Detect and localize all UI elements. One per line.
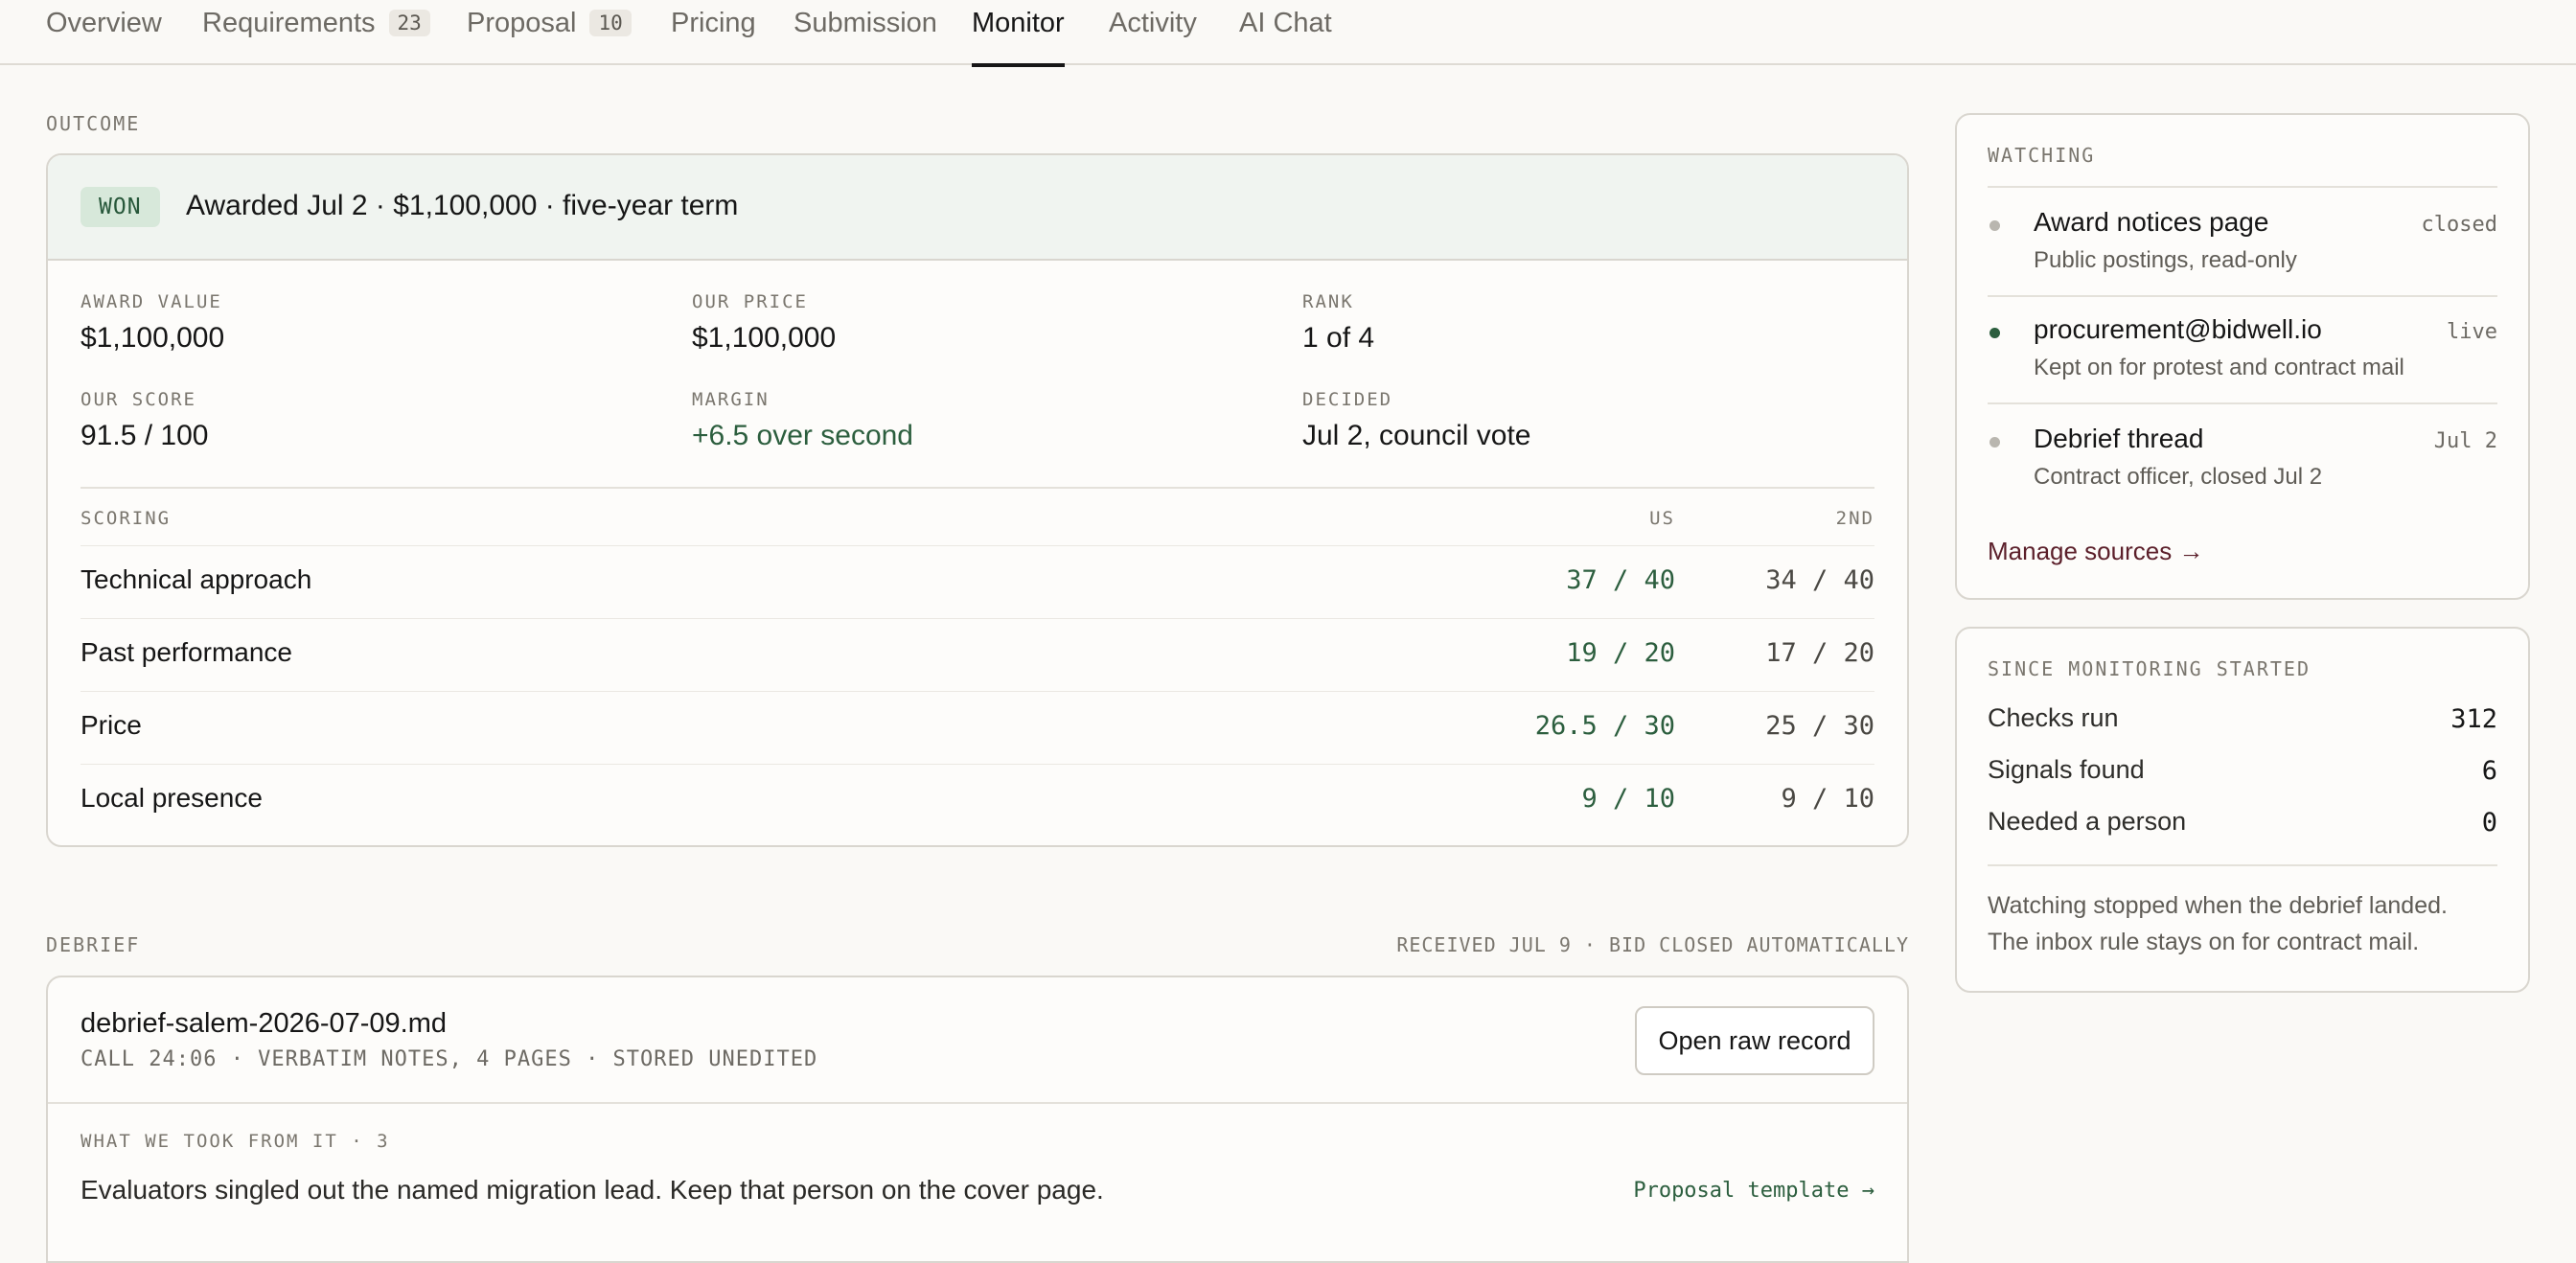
scoring-label: SCORING	[80, 508, 172, 529]
divider	[80, 487, 1874, 489]
debrief-card: debrief-salem-2026-07-09.md CALL 24:06 ·…	[46, 976, 1909, 1263]
row-divider	[80, 545, 1874, 546]
outcome-card: WON Awarded Jul 2 · $1,100,000 · five-ye…	[46, 153, 1909, 847]
scoring-col-second: 2ND	[1835, 508, 1874, 529]
tab-submission[interactable]: Submission	[794, 0, 937, 65]
score-criterion: Technical approach	[80, 564, 312, 594]
tab-label: Submission	[794, 8, 937, 38]
tab-proposal[interactable]: Proposal 10	[467, 0, 632, 65]
metric-label: Needed a person	[1988, 807, 2187, 836]
stat-label-margin: MARGIN	[692, 389, 770, 410]
metric-label: Checks run	[1988, 703, 2119, 732]
open-raw-record-button[interactable]: Open raw record	[1635, 1006, 1874, 1075]
monitoring-note-line: The inbox rule stays on for contract mai…	[1988, 929, 2420, 955]
tab-count-badge: 10	[589, 10, 632, 36]
tab-label: Requirements	[202, 8, 376, 38]
divider	[1988, 186, 2497, 188]
outcome-title: Awarded Jul 2 · $1,100,000 · five-year t…	[186, 190, 739, 221]
metric-value: 312	[2450, 704, 2497, 734]
row-divider	[80, 691, 1874, 692]
stat-value-our-score: 91.5 / 100	[80, 420, 209, 451]
tab-label: Activity	[1109, 8, 1197, 38]
status-dot	[1990, 328, 2000, 338]
watching-panel: WATCHING Award notices page Public posti…	[1955, 113, 2530, 600]
tab-label: Monitor	[972, 8, 1065, 38]
score-us: 26.5 / 30	[1534, 711, 1675, 741]
tab-overview[interactable]: Overview	[46, 0, 162, 65]
divider	[1988, 864, 2497, 866]
metric-label: Signals found	[1988, 755, 2145, 784]
stat-value-margin: +6.5 over second	[692, 420, 913, 451]
divider	[48, 1102, 1907, 1104]
score-criterion: Price	[80, 710, 142, 740]
tab-activity[interactable]: Activity	[1109, 0, 1197, 65]
watch-source-sub: Contract officer, closed Jul 2	[2034, 464, 2323, 490]
stat-value-rank: 1 of 4	[1302, 322, 1375, 354]
debrief-file-meta: CALL 24:06 · VERBATIM NOTES, 4 PAGES · S…	[80, 1047, 818, 1071]
debrief-section-label: DEBRIEF	[46, 933, 141, 956]
score-criterion: Local presence	[80, 783, 263, 813]
tab-pricing[interactable]: Pricing	[671, 0, 756, 65]
divider	[1988, 402, 2497, 404]
debrief-file-name[interactable]: debrief-salem-2026-07-09.md	[80, 1008, 447, 1040]
status-dot	[1990, 437, 2000, 448]
metric-value: 0	[2481, 808, 2497, 838]
monitoring-label: SINCE MONITORING STARTED	[1988, 657, 2311, 680]
tab-bar: Overview Requirements 23 Proposal 10 Pri…	[0, 0, 2576, 67]
score-us: 19 / 20	[1566, 638, 1675, 668]
takeaways-label: WHAT WE TOOK FROM IT · 3	[80, 1131, 390, 1152]
watch-source-status: Jul 2	[2433, 429, 2497, 453]
watch-source-title: Award notices page	[2034, 207, 2269, 237]
score-second: 9 / 10	[1781, 784, 1874, 814]
stat-label-rank: RANK	[1302, 291, 1354, 312]
watch-source-status: live	[2447, 320, 2497, 344]
tab-label: AI Chat	[1239, 8, 1332, 38]
proposal-template-link[interactable]: Proposal template →	[1600, 1179, 1874, 1203]
outcome-header: WON Awarded Jul 2 · $1,100,000 · five-ye…	[48, 155, 1907, 261]
score-second: 17 / 20	[1765, 638, 1874, 668]
takeaway-text: Evaluators singled out the named migrati…	[80, 1175, 1104, 1205]
metric-value: 6	[2481, 756, 2497, 786]
manage-sources-link[interactable]: Manage sources →	[1988, 537, 2203, 566]
divider	[1988, 295, 2497, 297]
row-divider	[80, 618, 1874, 619]
row-divider	[80, 764, 1874, 765]
watch-source-status: closed	[2421, 213, 2497, 237]
watch-source-sub: Kept on for protest and contract mail	[2034, 355, 2404, 380]
tab-ai-chat[interactable]: AI Chat	[1239, 0, 1332, 65]
status-badge: WON	[80, 187, 160, 227]
stat-value-award-value: $1,100,000	[80, 322, 225, 354]
stat-label-our-price: OUR PRICE	[692, 291, 808, 312]
stat-value-our-price: $1,100,000	[692, 322, 837, 354]
stat-label-award-value: AWARD VALUE	[80, 291, 222, 312]
tab-monitor[interactable]: Monitor	[972, 0, 1065, 67]
debrief-status: RECEIVED JUL 9 · BID CLOSED AUTOMATICALL…	[1396, 933, 1909, 956]
tab-count-badge: 23	[388, 10, 430, 36]
scoring-col-us: US	[1649, 508, 1675, 529]
tab-label: Overview	[46, 8, 162, 38]
watching-label: WATCHING	[1988, 144, 2096, 167]
score-criterion: Past performance	[80, 637, 292, 667]
stat-label-our-score: OUR SCORE	[80, 389, 196, 410]
score-us: 37 / 40	[1566, 565, 1675, 595]
outcome-section-label: OUTCOME	[46, 112, 141, 135]
monitoring-note-line: Watching stopped when the debrief landed…	[1988, 892, 2448, 919]
score-second: 34 / 40	[1765, 565, 1874, 595]
tab-requirements[interactable]: Requirements 23	[202, 0, 430, 65]
monitoring-panel: SINCE MONITORING STARTED Checks run 312 …	[1955, 627, 2530, 993]
tab-label: Proposal	[467, 8, 577, 38]
stat-value-decided: Jul 2, council vote	[1302, 420, 1531, 451]
score-us: 9 / 10	[1581, 784, 1675, 814]
tab-label: Pricing	[671, 8, 756, 38]
watch-source-title: Debrief thread	[2034, 424, 2204, 453]
status-dot	[1990, 220, 2000, 231]
watch-source-sub: Public postings, read-only	[2034, 247, 2297, 273]
stat-label-decided: DECIDED	[1302, 389, 1393, 410]
monitoring-note: Watching stopped when the debrief landed…	[1988, 887, 2448, 960]
watch-source-title: procurement@bidwell.io	[2034, 314, 2322, 344]
score-second: 25 / 30	[1765, 711, 1874, 741]
